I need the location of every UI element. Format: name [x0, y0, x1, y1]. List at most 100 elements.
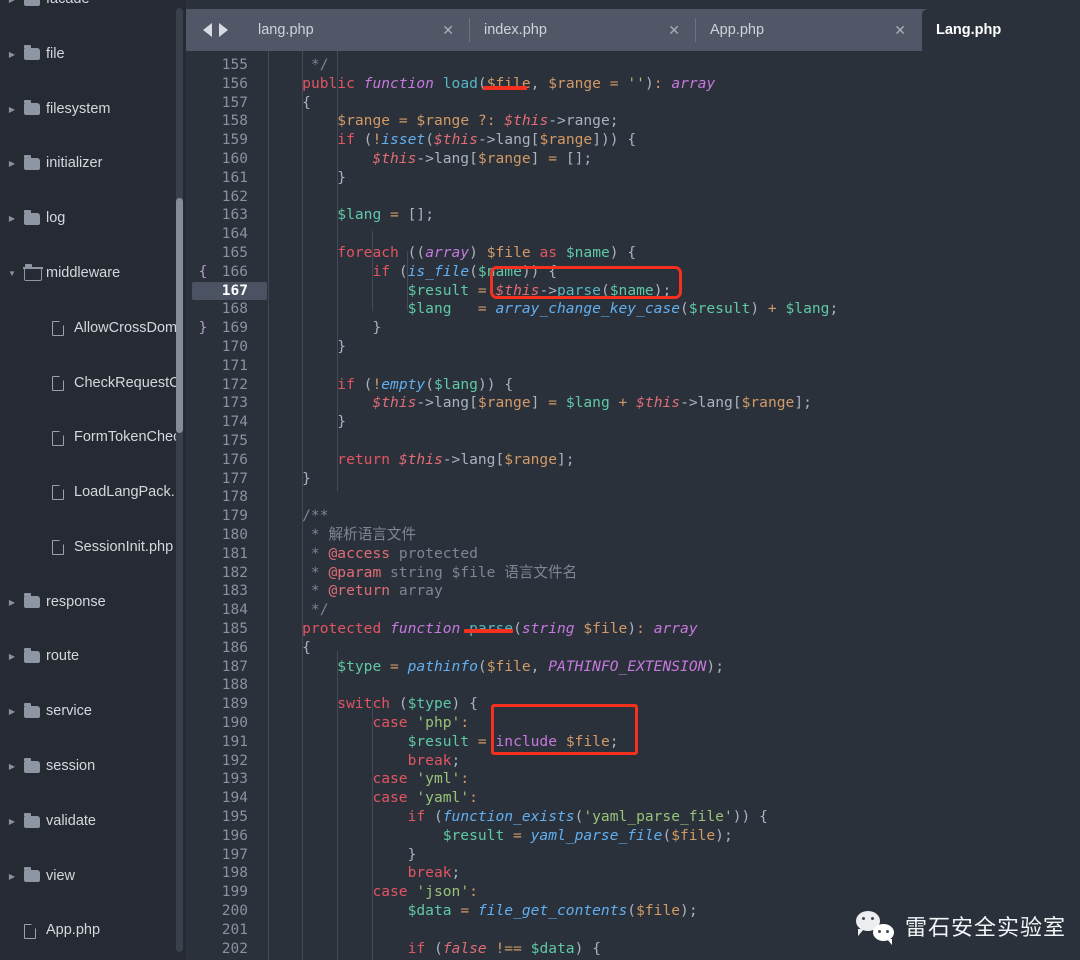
code-line[interactable]: case 'yaml':	[267, 789, 477, 808]
line-number-gutter[interactable]: 155 156 157 158 159 160 161 162 163 164 165{166 167…	[186, 51, 267, 960]
file-tree-item[interactable]: ▶ filesystem	[0, 96, 186, 123]
chevron-right-icon[interactable]: ▶	[6, 150, 18, 177]
code-line[interactable]: case 'json':	[267, 883, 477, 902]
code-line[interactable]: $data = file_get_contents($file);	[267, 902, 698, 921]
code-line[interactable]: if (!isset($this->lang[$range])) {	[267, 131, 636, 150]
code-line[interactable]: case 'php':	[267, 714, 469, 733]
tab-close-icon[interactable]: ✕	[894, 23, 906, 37]
chevron-right-icon[interactable]: ▶	[6, 808, 18, 835]
code-line[interactable]: foreach ((array) $file as $name) {	[267, 244, 636, 263]
code-line[interactable]: if (!empty($lang)) {	[267, 376, 513, 395]
line-number: 202	[221, 940, 248, 957]
file-icon	[52, 534, 64, 561]
editor-tab[interactable]: Lang.php✕	[922, 9, 1080, 51]
tab-nav-arrows[interactable]	[186, 9, 244, 51]
code-line[interactable]: return $this->lang[$range];	[267, 451, 574, 470]
editor-tab[interactable]: lang.php ✕	[244, 9, 470, 51]
code-line[interactable]: $range = $range ?: $this->range;	[267, 112, 618, 131]
file-tree-item[interactable]: ▶ route	[0, 643, 186, 670]
code-line[interactable]: }	[267, 470, 311, 489]
code-line[interactable]: switch ($type) {	[267, 695, 478, 714]
file-tree-item[interactable]: ▶ file	[0, 41, 186, 68]
code-line[interactable]: * @access protected	[267, 545, 478, 564]
file-tree-item[interactable]: FormTokenChec	[0, 424, 186, 451]
code-line[interactable]: * @return array	[267, 582, 443, 601]
file-tree-item[interactable]: CheckRequestC	[0, 370, 186, 397]
code-line[interactable]: }	[267, 846, 417, 865]
code-line[interactable]: break;	[267, 864, 461, 883]
code-line[interactable]: if (false !== $data) {	[267, 940, 601, 959]
sidebar-scrollbar-thumb[interactable]	[176, 198, 183, 433]
code-line[interactable]: * 解析语言文件	[267, 526, 416, 545]
code-line[interactable]: $lang = array_change_key_case($result) +…	[267, 300, 839, 319]
file-tree-item[interactable]: ▼ middleware	[0, 260, 186, 287]
file-tree-item[interactable]: ▶ validate	[0, 808, 186, 835]
file-tree-item[interactable]: ▶ facade	[0, 0, 186, 13]
file-tree-item[interactable]: ▶ response	[0, 589, 186, 616]
chevron-down-icon[interactable]: ▼	[6, 260, 18, 287]
editor-pane: lang.php ✕ index.php ✕ App.php ✕ Lang.php✕ 155…	[186, 0, 1080, 960]
file-explorer-sidebar[interactable]: ▶ facade ▶ file ▶ filesystem ▶ initializer ▶ log ▼…	[0, 0, 186, 960]
chevron-right-icon[interactable]: ▶	[6, 96, 18, 123]
code-line[interactable]: $this->lang[$range] = [];	[267, 150, 592, 169]
sidebar-scrollbar-track[interactable]	[176, 8, 183, 952]
chevron-right-icon[interactable]: ▶	[6, 643, 18, 670]
chevron-right-icon[interactable]: ▶	[6, 589, 18, 616]
editor-tab[interactable]: App.php ✕	[696, 9, 922, 51]
tab-close-icon[interactable]: ✕	[668, 23, 680, 37]
file-tree-item[interactable]: LoadLangPack.	[0, 479, 186, 506]
code-line[interactable]: }	[267, 319, 381, 338]
file-tree-item[interactable]: App.php	[0, 917, 186, 944]
code-area[interactable]: 155 156 157 158 159 160 161 162 163 164 165 {166 167…	[186, 51, 1080, 960]
file-tree-item[interactable]: ▶ log	[0, 205, 186, 232]
file-tree[interactable]: ▶ facade ▶ file ▶ filesystem ▶ initializer ▶ log ▼…	[0, 0, 186, 945]
file-icon	[24, 917, 36, 944]
chevron-right-icon[interactable]: ▶	[6, 863, 18, 890]
code-line[interactable]: /**	[267, 507, 328, 526]
code-line[interactable]: $lang = [];	[267, 206, 434, 225]
file-tree-item[interactable]: ▶ initializer	[0, 150, 186, 177]
code-line[interactable]: case 'yml':	[267, 770, 469, 789]
file-tree-item[interactable]: ▶ session	[0, 753, 186, 780]
chevron-right-icon[interactable]: ▶	[6, 205, 18, 232]
nav-forward-icon[interactable]	[218, 23, 228, 37]
code-line[interactable]: {	[267, 639, 311, 658]
code-line[interactable]: break;	[267, 752, 461, 771]
code-line[interactable]: }	[267, 169, 346, 188]
code-line[interactable]: }	[267, 413, 346, 432]
tab-list: lang.php ✕ index.php ✕ App.php ✕ Lang.php✕	[244, 9, 1080, 51]
line-number: 201	[221, 921, 248, 938]
editor-tab[interactable]: index.php ✕	[470, 9, 696, 51]
file-tree-item[interactable]: ▶ view	[0, 863, 186, 890]
file-tree-item[interactable]: ▶ service	[0, 698, 186, 725]
code-content[interactable]: */ public function load($file, $range = …	[267, 51, 1080, 960]
annotation-underline-parse	[464, 629, 513, 633]
code-line[interactable]: */	[267, 601, 329, 620]
code-line[interactable]: $result = $this->parse($name);	[267, 282, 672, 301]
file-tree-item[interactable]: SessionInit.php	[0, 534, 186, 561]
code-line[interactable]: }	[267, 338, 346, 357]
code-line[interactable]: public function load($file, $range = '')…	[267, 75, 715, 94]
code-line[interactable]: if (function_exists('yaml_parse_file')) …	[267, 808, 768, 827]
code-line[interactable]: * @param string $file 语言文件名	[267, 564, 577, 583]
chevron-right-icon[interactable]: ▶	[6, 41, 18, 68]
line-number: 192	[221, 752, 248, 769]
file-tree-item[interactable]: AllowCrossDom	[0, 315, 186, 342]
code-line[interactable]: */	[267, 56, 329, 75]
code-line[interactable]: $this->lang[$range] = $lang + $this->lan…	[267, 394, 811, 413]
line-number: 196	[221, 827, 248, 844]
code-line[interactable]: $type = pathinfo($file, PATHINFO_EXTENSI…	[267, 658, 724, 677]
tab-close-icon[interactable]: ✕	[442, 23, 454, 37]
watermark-text: 雷石安全实验室	[904, 916, 1066, 941]
code-line[interactable]: if (is_file($name)) {	[267, 263, 557, 282]
line-number: 167	[221, 282, 248, 299]
code-line[interactable]: $result = yaml_parse_file($file);	[267, 827, 733, 846]
chevron-right-icon[interactable]: ▶	[6, 753, 18, 780]
code-line[interactable]: $result = include $file;	[267, 733, 619, 752]
file-tree-item-label: service	[46, 703, 92, 720]
nav-back-icon[interactable]	[202, 23, 212, 37]
file-tree-item-label: session	[46, 758, 96, 775]
chevron-right-icon[interactable]: ▶	[6, 698, 18, 725]
code-line[interactable]: {	[267, 94, 311, 113]
chevron-right-icon[interactable]: ▶	[6, 0, 18, 13]
